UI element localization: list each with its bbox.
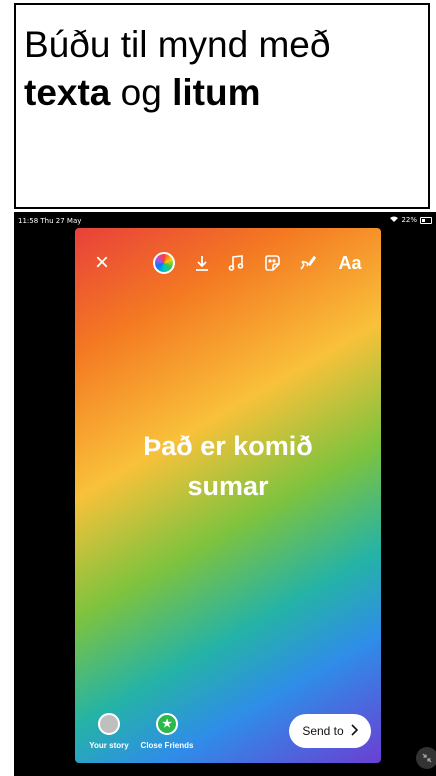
story-toolbar: × Aa [75,248,381,278]
close-friends-button[interactable]: ★ Close Friends [137,708,197,750]
your-story-label: Your story [89,741,129,750]
star-icon: ★ [156,713,178,735]
collapse-icon[interactable] [416,747,436,769]
send-to-label: Send to [302,724,344,738]
status-bar: 11:58 Thu 27 May 22% [14,212,436,226]
caption-bold-litum: litum [172,72,261,113]
status-right: 22% [390,216,432,224]
your-story-button[interactable]: Your story [79,708,139,750]
color-wheel-icon[interactable] [151,248,177,278]
story-text[interactable]: Það er komið sumar [75,426,381,506]
close-friends-label: Close Friends [140,741,194,750]
close-icon[interactable]: × [89,248,115,278]
caption-mid: og [110,72,173,113]
music-icon[interactable] [223,248,249,278]
share-bar: Your story ★ Close Friends Send to [75,708,381,758]
caption-line-1: Búðu til mynd með [24,24,331,65]
status-time: 11:58 Thu 27 May [18,217,82,225]
send-to-button[interactable]: Send to [289,714,371,748]
caption-line-2: texta og litum [24,69,424,117]
story-text-line-2: sumar [187,471,269,501]
draw-icon[interactable] [295,248,321,278]
chevron-right-icon [350,723,358,739]
caption-bold-texta: texta [24,72,111,113]
download-icon[interactable] [189,248,215,278]
battery-icon [420,216,432,224]
avatar [98,713,120,735]
story-canvas[interactable]: × Aa Það er komið sumar Your story ★ Clo… [75,228,381,763]
wifi-icon [390,216,399,224]
sticker-icon[interactable] [259,248,285,278]
text-tool-button[interactable]: Aa [333,248,367,278]
story-text-line-1: Það er komið [143,431,313,461]
caption-box: Búðu til mynd með texta og litum [14,3,430,209]
caption-text: Búðu til mynd með texta og litum [24,21,424,117]
device-screen: 11:58 Thu 27 May 22% × Aa Það er komið s… [14,212,436,776]
battery-percent: 22% [401,216,417,224]
